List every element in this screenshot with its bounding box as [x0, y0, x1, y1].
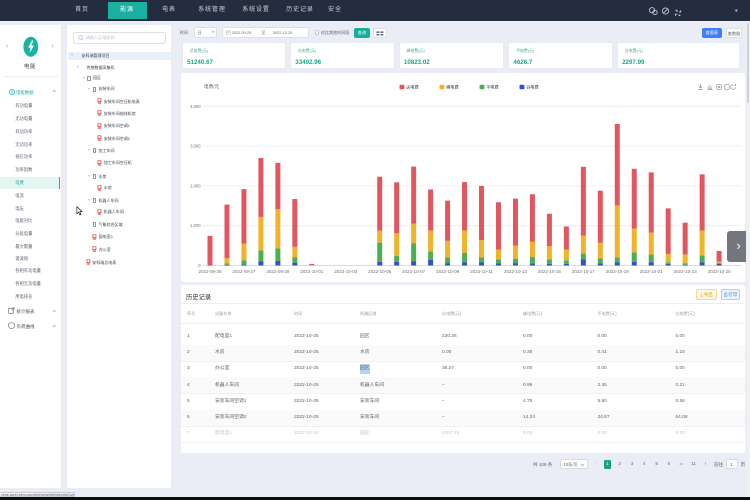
svg-text:2022-10-15: 2022-10-15 [538, 269, 562, 274]
svg-text:电费/元: 电费/元 [204, 83, 219, 90]
svg-text:2022-10-11: 2022-10-11 [470, 269, 493, 274]
svg-text:2022-10-01: 2022-10-01 [300, 269, 324, 274]
svg-text:2022-10-17: 2022-10-17 [572, 269, 596, 274]
svg-text:2022-10-05: 2022-10-05 [368, 269, 392, 274]
svg-text:3,000: 3,000 [190, 144, 201, 149]
svg-text:2022-10-13: 2022-10-13 [504, 269, 528, 274]
svg-text:峰电费: 峰电费 [446, 84, 459, 91]
svg-text:2022-10-03: 2022-10-03 [334, 269, 358, 274]
svg-text:2022-10-25: 2022-10-25 [708, 269, 732, 274]
svg-text:2022-09-27: 2022-09-27 [232, 269, 256, 274]
svg-text:0: 0 [198, 263, 201, 268]
svg-text:2022-10-21: 2022-10-21 [640, 269, 664, 274]
svg-text:2022-10-07: 2022-10-07 [402, 269, 426, 274]
svg-text:2022-10-09: 2022-10-09 [436, 269, 460, 274]
svg-text:2022-10-19: 2022-10-19 [606, 269, 630, 274]
svg-text:谷电费: 谷电费 [526, 84, 539, 91]
svg-text:2022-10-23: 2022-10-23 [674, 269, 698, 274]
svg-text:平电费: 平电费 [486, 84, 499, 91]
svg-text:尖电费: 尖电费 [406, 84, 419, 91]
svg-text:2022-09-29: 2022-09-29 [266, 269, 290, 274]
svg-text:1,000: 1,000 [190, 223, 201, 228]
svg-text:4,000: 4,000 [190, 104, 201, 109]
svg-text:2022-09-25: 2022-09-25 [198, 269, 222, 274]
svg-text:2,000: 2,000 [190, 183, 201, 188]
